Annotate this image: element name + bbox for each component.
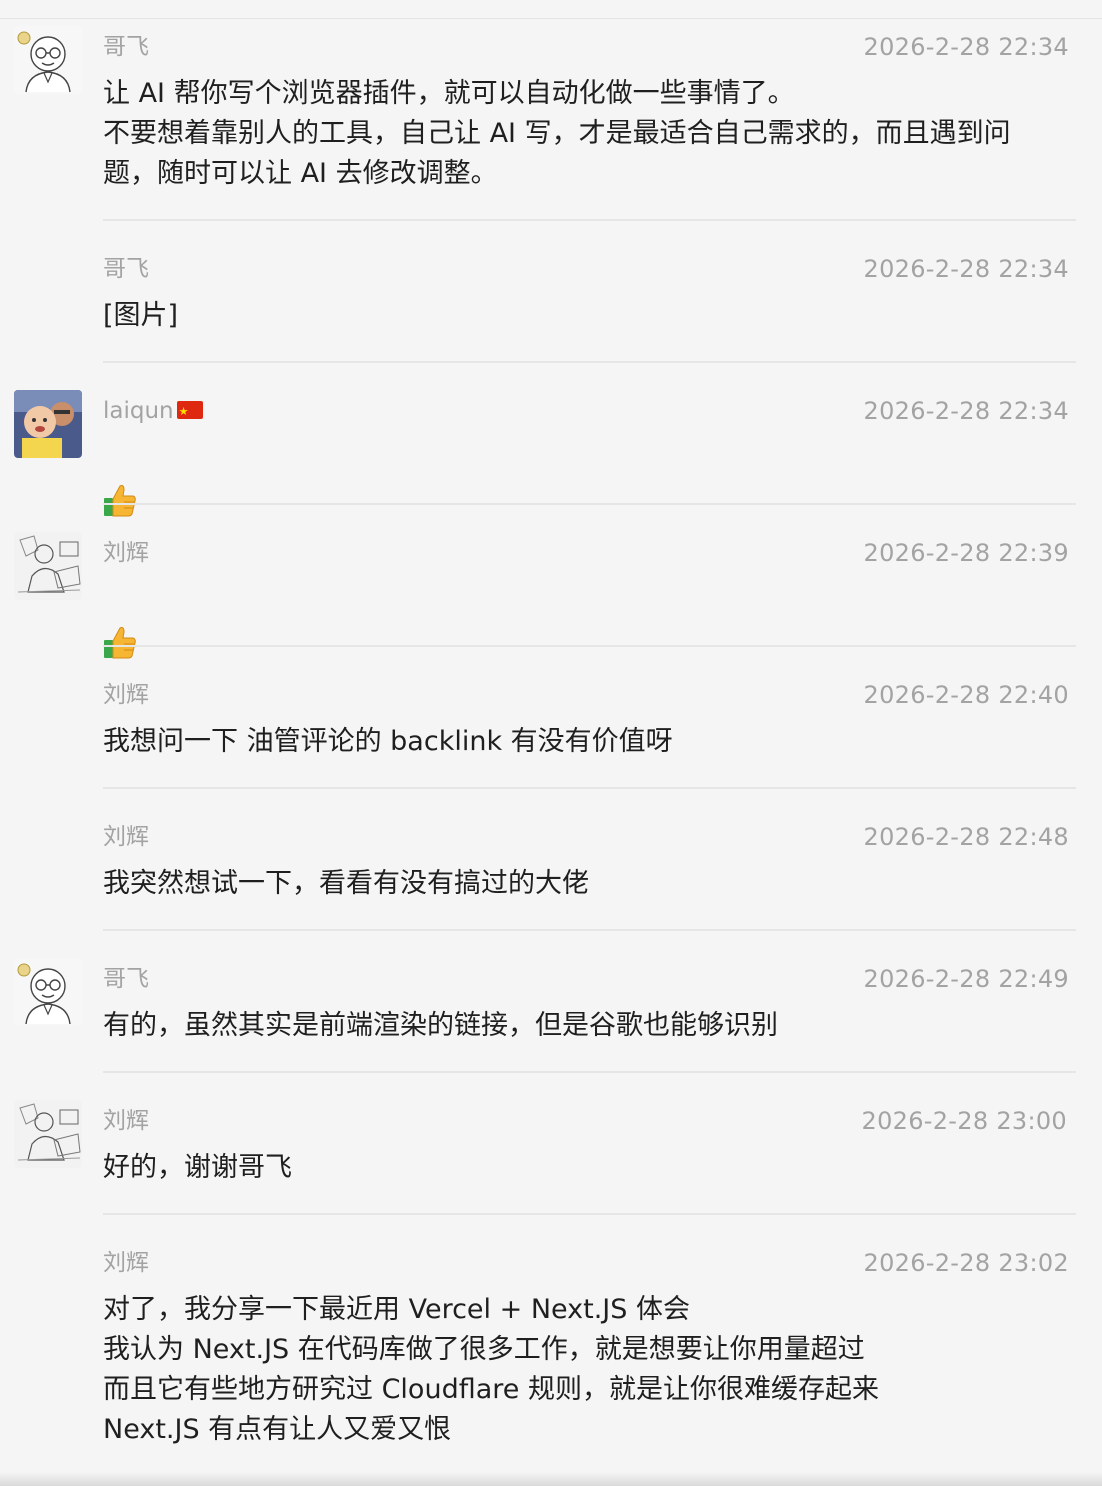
thumbs-up-icon: [104, 627, 136, 659]
avatar[interactable]: [14, 958, 82, 1026]
message-divider: [103, 1213, 1076, 1215]
message-item: 哥飞 2026-2-28 22:34 [图片]: [0, 244, 1102, 362]
message-time: 2026-2-28 22:34: [863, 397, 1069, 425]
avatar[interactable]: [14, 532, 82, 600]
avatar[interactable]: [14, 390, 82, 458]
sender-name: 哥飞: [103, 256, 149, 282]
message-emoji: [103, 580, 1063, 672]
message-divider: [103, 1071, 1076, 1073]
china-flag-icon: [176, 397, 203, 427]
message-item: 刘辉 2026-2-28 23:02 对了，我分享一下最近用 Vercel + …: [0, 1238, 1102, 1474]
message-time: 2026-2-28 22:49: [863, 965, 1069, 993]
message-time: 2026-2-28 22:34: [863, 33, 1069, 61]
bottom-shadow: [0, 1472, 1102, 1486]
message-time: 2026-2-28 22:39: [863, 539, 1069, 567]
message-text: 我突然想试一下，看看有没有搞过的大佬: [103, 868, 589, 899]
message-divider: [103, 787, 1076, 789]
message-item: laiqun 2026-2-28 22:34: [0, 386, 1102, 517]
sketch-avatar-icon: [14, 1100, 82, 1168]
thumbs-up-icon: [104, 485, 136, 517]
chat-history: 哥飞 2026-2-28 22:34 让 AI 帮你写个浏览器插件，就可以自动化…: [0, 0, 1102, 1486]
message-item: 刘辉 2026-2-28 22:40 我想问一下 油管评论的 backlink …: [0, 670, 1102, 788]
message-time: 2026-2-28 22:40: [863, 681, 1069, 709]
avatar[interactable]: [14, 26, 82, 94]
sender-name: 刘辉: [103, 682, 149, 708]
sender-name: laiqun: [103, 396, 203, 427]
avatar[interactable]: [14, 1100, 82, 1168]
message-item: 刘辉 2026-2-28 22:48 我突然想试一下，看看有没有搞过的大佬: [0, 812, 1102, 930]
cartoon-face-avatar-icon: [14, 958, 82, 1026]
message-time: 2026-2-28 22:48: [863, 823, 1069, 851]
sender-name: 刘辉: [103, 540, 149, 566]
message-divider: [103, 645, 1076, 647]
message-divider: [103, 361, 1076, 363]
message-divider: [103, 503, 1076, 505]
sketch-avatar-icon: [14, 532, 82, 600]
message-time: 2026-2-28 23:00: [861, 1107, 1067, 1135]
message-image-placeholder[interactable]: [图片]: [103, 296, 1063, 336]
message-divider: [103, 219, 1076, 221]
sender-name: 刘辉: [103, 824, 149, 850]
message-item: 哥飞 2026-2-28 22:34 让 AI 帮你写个浏览器插件，就可以自动化…: [0, 22, 1102, 220]
message-item: 刘辉 2026-2-28 23:00 好的，谢谢哥飞: [0, 1096, 1102, 1214]
message-text: 让 AI 帮你写个浏览器插件，就可以自动化做一些事情了。 不要想着靠别人的工具，…: [103, 78, 1011, 189]
cartoon-face-avatar-icon: [14, 26, 82, 94]
photo-avatar-icon: [14, 390, 82, 458]
sender-name: 哥飞: [103, 34, 149, 60]
sender-name-text: laiqun: [103, 398, 174, 424]
sender-name: 刘辉: [103, 1250, 149, 1276]
message-emoji: [103, 438, 1063, 530]
message-text: 我想问一下 油管评论的 backlink 有没有价值呀: [103, 726, 673, 757]
message-item: 哥飞 2026-2-28 22:49 有的，虽然其实是前端渲染的链接，但是谷歌也…: [0, 954, 1102, 1072]
message-text: 有的，虽然其实是前端渲染的链接，但是谷歌也能够识别: [103, 1010, 778, 1041]
top-divider: [0, 0, 1102, 19]
message-time: 2026-2-28 22:34: [863, 255, 1069, 283]
message-time: 2026-2-28 23:02: [863, 1249, 1069, 1277]
message-text: 对了，我分享一下最近用 Vercel + Next.JS 体会 我认为 Next…: [103, 1294, 879, 1445]
message-item: 刘辉 2026-2-28 22:39: [0, 528, 1102, 659]
sender-name: 哥飞: [103, 966, 149, 992]
message-text: 好的，谢谢哥飞: [103, 1152, 292, 1183]
message-divider: [103, 929, 1076, 931]
sender-name: 刘辉: [103, 1108, 149, 1134]
